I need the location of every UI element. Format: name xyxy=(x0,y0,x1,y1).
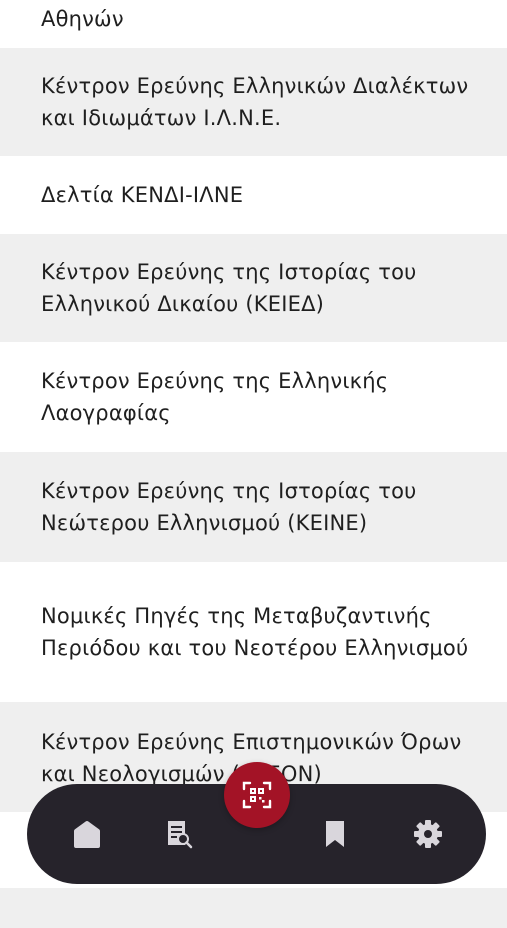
qr-scan-icon xyxy=(242,781,272,809)
settings-icon xyxy=(414,820,442,848)
list-item-label: Νομικές Πηγές της Μεταβυζαντινής Περιόδο… xyxy=(41,604,469,660)
list-item[interactable]: Δελτία ΚΕΝΔΙ-ΙΛΝΕ xyxy=(0,156,507,234)
list-item[interactable] xyxy=(0,888,507,928)
nav-settings-button[interactable] xyxy=(408,814,448,854)
list-item-label: Κέντρον Ερεύνης Ελληνικών Διαλέκτων και … xyxy=(41,74,469,130)
list-item[interactable]: Κέντρον Ερεύνης της Ιστορίας του Νεώτερο… xyxy=(0,452,507,562)
search-document-icon xyxy=(168,821,193,849)
list-item[interactable]: Αθηνών xyxy=(0,0,507,48)
qr-scan-button[interactable] xyxy=(224,762,290,828)
list-item[interactable]: Κέντρον Ερεύνης της Ελληνικής Λαογραφίας xyxy=(0,342,507,452)
list-item-label: Δελτία ΚΕΝΔΙ-ΙΛΝΕ xyxy=(41,183,244,207)
list-item-label: Αθηνών xyxy=(41,7,124,31)
nav-home-button[interactable] xyxy=(67,814,107,854)
list-item-label: Κέντρον Ερεύνης της Ιστορίας του Νεώτερο… xyxy=(41,479,417,535)
list-item-label: Κέντρον Ερεύνης της Ελληνικής Λαογραφίας xyxy=(41,369,389,425)
list-item[interactable]: Κέντρον Ερεύνης της Ιστορίας του Ελληνικ… xyxy=(0,234,507,342)
list-item[interactable]: Κέντρον Ερεύνης Ελληνικών Διαλέκτων και … xyxy=(0,48,507,156)
list-item-label: Κέντρον Ερεύνης της Ιστορίας του Ελληνικ… xyxy=(41,260,417,316)
bookmark-icon xyxy=(326,821,344,847)
nav-bookmarks-button[interactable] xyxy=(315,814,355,854)
list-item[interactable]: Νομικές Πηγές της Μεταβυζαντινής Περιόδο… xyxy=(0,562,507,702)
home-icon xyxy=(74,821,100,848)
nav-search-button[interactable] xyxy=(159,814,199,854)
